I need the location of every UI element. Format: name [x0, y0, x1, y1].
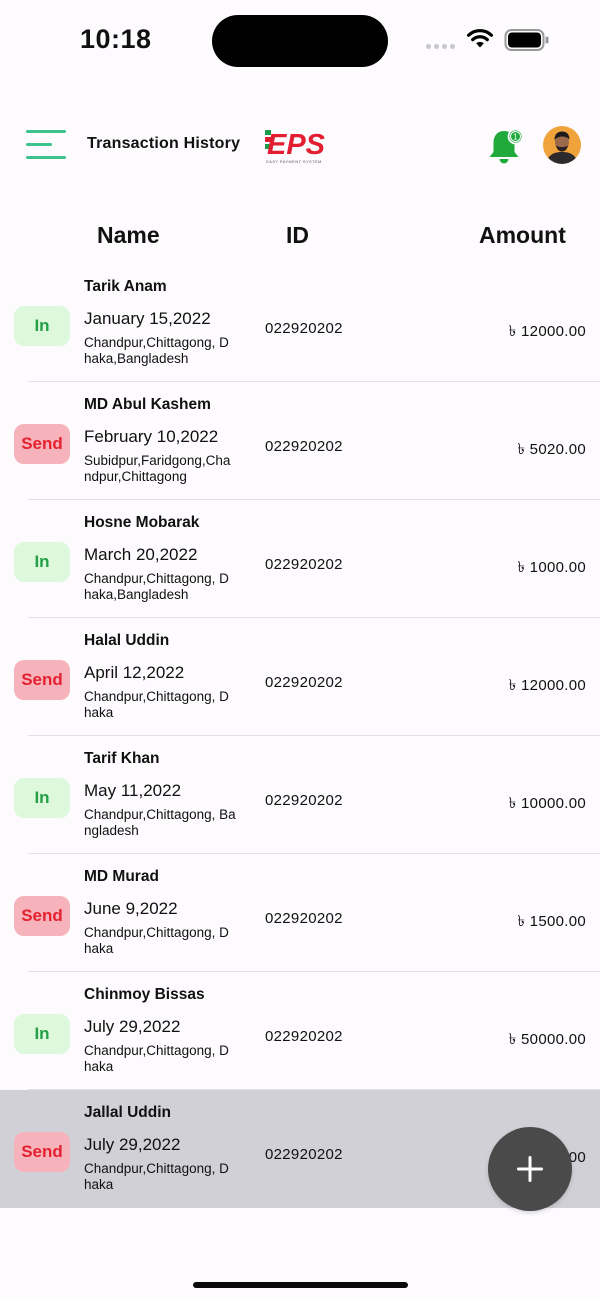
transaction-amount: ৳ 50000.00 [508, 1031, 586, 1048]
transaction-id: 022920202 [265, 792, 343, 809]
transaction-address: Chandpur,Chittagong, Dhaka,Bangladesh [84, 571, 229, 602]
transaction-id: 022920202 [265, 556, 343, 573]
transaction-name: MD Murad [84, 868, 159, 885]
battery-icon [504, 29, 549, 51]
transaction-id: 022920202 [265, 674, 343, 691]
page-title: Transaction History [87, 135, 241, 152]
transaction-date: January 15,2022 [84, 309, 211, 328]
wifi-icon [467, 29, 493, 48]
status-time: 10:18 [80, 24, 152, 54]
dynamic-island [212, 15, 388, 67]
transaction-amount: ৳ 12000.00 [508, 323, 586, 340]
transaction-name: Halal Uddin [84, 632, 170, 649]
transaction-id: 022920202 [265, 438, 343, 455]
transaction-address: Chandpur,Chittagong, Bangladesh [84, 807, 236, 838]
status-badge: Send [14, 424, 70, 464]
transaction-date: July 29,2022 [84, 1135, 181, 1154]
status-badge: Send [14, 1132, 70, 1172]
transaction-name: Chinmoy Bissas [84, 986, 205, 1003]
transaction-date: February 10,2022 [84, 427, 219, 446]
status-badge: In [14, 778, 70, 818]
transaction-amount: ৳ 1500.00 [517, 913, 586, 930]
transaction-amount: ৳ 10000.00 [508, 795, 586, 812]
status-badge: Send [14, 660, 70, 700]
cellular-signal-icon [426, 44, 455, 49]
transaction-row[interactable]: Send MD Murad June 9,2022 Chandpur,Chitt… [0, 854, 600, 972]
status-badge: In [14, 306, 70, 346]
home-indicator [193, 1282, 408, 1288]
transaction-id: 022920202 [265, 910, 343, 927]
transaction-date: March 20,2022 [84, 545, 198, 564]
transaction-address: Chandpur,Chittagong, Dhaka [84, 1161, 229, 1192]
notification-count: 1 [513, 133, 518, 142]
transaction-row[interactable]: Send Halal Uddin April 12,2022 Chandpur,… [0, 618, 600, 736]
transaction-address: Chandpur,Chittagong, Dhaka [84, 689, 229, 720]
transaction-date: May 11,2022 [84, 781, 182, 800]
transaction-name: MD Abul Kashem [84, 396, 211, 413]
transaction-id: 022920202 [265, 1146, 343, 1163]
column-header-name: Name [97, 222, 160, 248]
status-badge: In [14, 1014, 70, 1054]
transaction-id: 022920202 [265, 1028, 343, 1045]
transaction-row[interactable]: In Tarif Khan May 11,2022 Chandpur,Chitt… [0, 736, 600, 854]
svg-text:EPS: EPS [267, 129, 326, 161]
transaction-name: Hosne Mobarak [84, 514, 200, 531]
transaction-name: Tarik Anam [84, 278, 167, 295]
add-transaction-button[interactable] [488, 1127, 572, 1211]
transaction-row[interactable]: Send MD Abul Kashem February 10,2022 Sub… [0, 382, 600, 500]
transaction-address: Subidpur,Faridgong,Chandpur,Chittagong [84, 453, 231, 484]
transaction-address: Chandpur,Chittagong, Dhaka [84, 1043, 229, 1074]
transaction-name: Jallal Uddin [84, 1104, 171, 1121]
avatar[interactable] [543, 126, 581, 164]
transaction-id: 022920202 [265, 320, 343, 337]
plus-icon [517, 1156, 543, 1182]
svg-text:EASY PAYMENT SYSTEM: EASY PAYMENT SYSTEM [266, 159, 322, 164]
transaction-address: Chandpur,Chittagong, Dhaka,Bangladesh [84, 335, 229, 366]
status-badge: In [14, 542, 70, 582]
transaction-date: June 9,2022 [84, 899, 178, 918]
eps-logo: EPS EASY PAYMENT SYSTEM [265, 129, 326, 164]
status-badge: Send [14, 896, 70, 936]
transaction-amount: ৳ 5020.00 [517, 441, 586, 458]
transaction-row[interactable]: In Tarik Anam January 15,2022 Chandpur,C… [0, 264, 600, 382]
transaction-date: April 12,2022 [84, 663, 185, 682]
transaction-date: July 29,2022 [84, 1017, 181, 1036]
column-header-amount: Amount [479, 222, 566, 248]
notification-bell-icon[interactable]: 1 [487, 126, 525, 166]
transaction-history-screen: 10:18 Transaction History EPS EASY PAYME… [0, 0, 600, 1300]
transaction-row[interactable]: In Hosne Mobarak March 20,2022 Chandpur,… [0, 500, 600, 618]
hamburger-menu-icon[interactable] [22, 128, 68, 162]
transaction-row[interactable]: In Chinmoy Bissas July 29,2022 Chandpur,… [0, 972, 600, 1090]
transaction-amount: ৳ 1000.00 [517, 559, 586, 576]
transaction-amount: ৳ 12000.00 [508, 677, 586, 694]
transaction-list: In Tarik Anam January 15,2022 Chandpur,C… [0, 264, 600, 1208]
transaction-name: Tarif Khan [84, 750, 160, 767]
transaction-address: Chandpur,Chittagong, Dhaka [84, 925, 229, 956]
column-header-id: ID [286, 222, 309, 248]
